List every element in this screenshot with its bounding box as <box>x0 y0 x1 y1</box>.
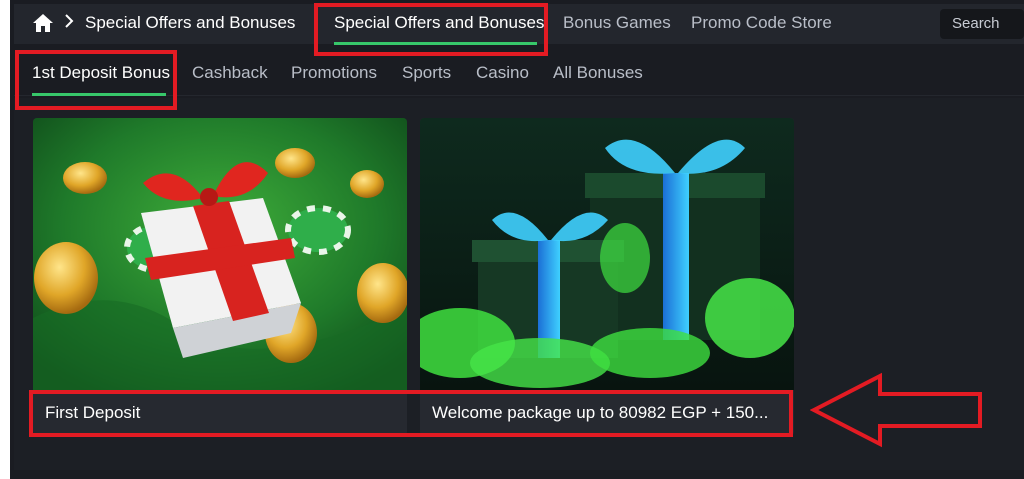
chevron-right-icon <box>65 14 74 28</box>
tab-promo-code-store[interactable]: Promo Code Store <box>691 13 832 33</box>
active-subtab-indicator <box>32 93 166 96</box>
subtab-sports[interactable]: Sports <box>402 63 451 83</box>
subtab-casino[interactable]: Casino <box>476 63 529 83</box>
bonus-card-welcome-package[interactable]: Welcome package up to 80982 EGP + 150... <box>420 118 794 436</box>
subtab-all-bonuses[interactable]: All Bonuses <box>553 63 643 83</box>
bonus-card-title: Welcome package up to 80982 EGP + 150... <box>432 403 769 422</box>
breadcrumb-current: Special Offers and Bonuses <box>85 13 296 32</box>
glowing-gift-boxes-image <box>420 118 794 390</box>
search-label: Search <box>952 15 1000 32</box>
subtab-promotions[interactable]: Promotions <box>291 63 377 83</box>
gift-box-with-coins-image <box>33 118 407 390</box>
tab-bonus-games[interactable]: Bonus Games <box>563 13 671 33</box>
tab-special-offers[interactable]: Special Offers and Bonuses <box>334 13 544 33</box>
active-tab-indicator <box>334 42 537 45</box>
subtab-1st-deposit-bonus[interactable]: 1st Deposit Bonus <box>32 63 170 83</box>
search-button[interactable]: Search <box>940 9 1024 39</box>
subtab-cashback[interactable]: Cashback <box>192 63 268 83</box>
bonus-card-title: First Deposit <box>45 403 141 422</box>
bonus-card-first-deposit[interactable]: First Deposit <box>33 118 407 436</box>
left-arrow-icon <box>810 372 982 448</box>
home-icon[interactable] <box>32 13 54 33</box>
